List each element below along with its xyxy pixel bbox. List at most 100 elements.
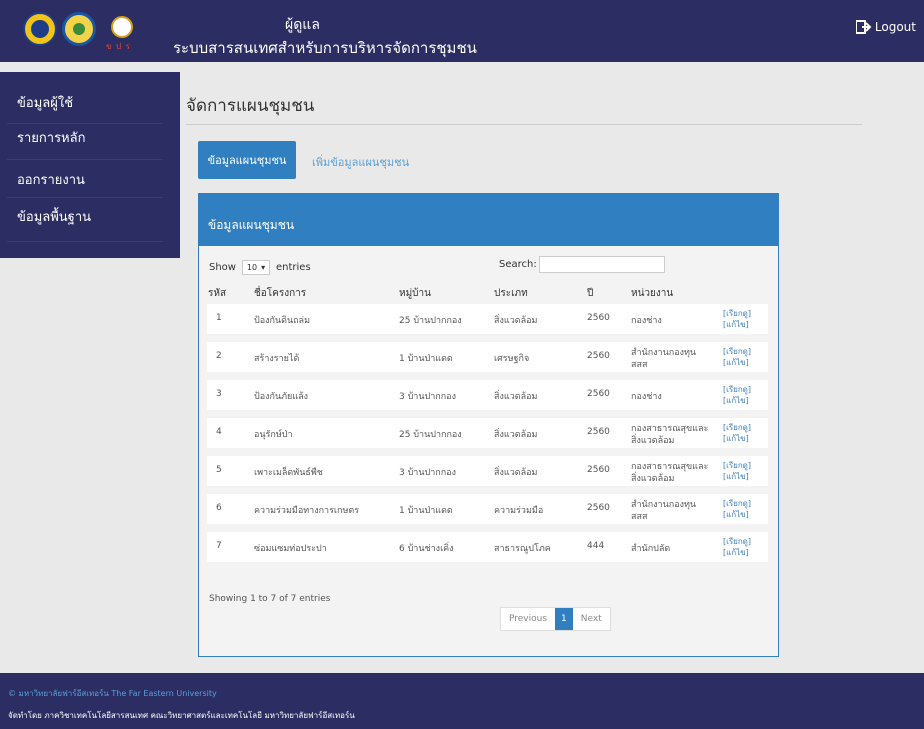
cell-type: สิ่งแวดล้อม xyxy=(494,430,538,440)
previous-button[interactable]: Previous xyxy=(501,608,555,630)
table-info: Showing 1 to 7 of 7 entries xyxy=(209,594,331,604)
cell-name: ป้องกันดินถล่ม xyxy=(254,316,311,326)
view-link[interactable]: [เรียกดู] xyxy=(723,384,751,395)
cell-name: สร้างรายได้ xyxy=(254,354,300,364)
cell-type: สิ่งแวดล้อม xyxy=(494,468,538,478)
column-header-year[interactable]: ปี xyxy=(587,286,593,301)
view-link[interactable]: [เรียกดู] xyxy=(723,460,751,471)
view-link[interactable]: [เรียกดู] xyxy=(723,536,751,547)
row-actions: [เรียกดู] [แก้ไข] xyxy=(723,498,751,520)
cell-agency: กองสาธารณสุขและ สิ่งแวดล้อม xyxy=(631,424,709,446)
footer: © มหาวิทยาลัยฟาร์อีสเทอร์น The Far Easte… xyxy=(0,673,924,729)
cell-agency: สำนักงานกองทุน สสส xyxy=(631,500,697,522)
panel-header: ข้อมูลแผนชุมชน xyxy=(199,194,778,246)
logout-icon xyxy=(855,20,872,34)
view-link[interactable]: [เรียกดู] xyxy=(723,346,751,357)
cell-name: เพาะเมล็ดพันธ์พืช xyxy=(254,468,323,478)
emblem-text: ข ป ร xyxy=(106,42,131,51)
column-header-id[interactable]: รหัส xyxy=(208,286,226,301)
sidebar-item-main-list[interactable]: รายการหลัก xyxy=(7,124,163,160)
page-1-button[interactable]: 1 xyxy=(555,608,573,630)
search-control: Search: xyxy=(499,256,665,273)
search-label: Search: xyxy=(499,259,537,270)
role-title: ผู้ดูแล xyxy=(285,17,320,33)
column-header-name[interactable]: ชื่อโครงการ xyxy=(254,286,306,301)
edit-link[interactable]: [แก้ไข] xyxy=(723,471,751,482)
sidebar-item-label: ออกรายงาน xyxy=(17,173,85,188)
sidebar-item-reports[interactable]: ออกรายงาน xyxy=(7,160,163,198)
cell-id: 5 xyxy=(216,465,222,475)
view-link[interactable]: [เรียกดู] xyxy=(723,498,751,509)
column-header-type[interactable]: ประเภท xyxy=(494,286,528,301)
next-button[interactable]: Next xyxy=(573,608,610,630)
view-link[interactable]: [เรียกดู] xyxy=(723,308,751,319)
row-actions: [เรียกดู] [แก้ไข] xyxy=(723,346,751,368)
entries-select-value: 10 xyxy=(246,263,258,272)
pagination: Previous 1 Next xyxy=(500,607,611,631)
cell-agency: กองสาธารณสุขและ สิ่งแวดล้อม xyxy=(631,462,709,484)
cell-id: 6 xyxy=(216,503,222,513)
cell-village: 1 บ้านป่าแดด xyxy=(399,506,453,516)
sidebar-item-label: ข้อมูลผู้ใช้ xyxy=(17,96,74,111)
cell-village: 3 บ้านปากกอง xyxy=(399,468,456,478)
column-header-agency[interactable]: หน่วยงาน xyxy=(631,286,673,301)
copyright-link[interactable]: © มหาวิทยาลัยฟาร์อีสเทอร์น The Far Easte… xyxy=(8,687,217,700)
cell-id: 1 xyxy=(216,313,222,323)
tab-community-plan-data[interactable]: ข้อมูลแผนชุมชน xyxy=(198,141,296,179)
sidebar-item-user-info[interactable]: ข้อมูลผู้ใช้ xyxy=(7,84,163,124)
cell-type: สิ่งแวดล้อม xyxy=(494,392,538,402)
cell-village: 1 บ้านป่าแดด xyxy=(399,354,453,364)
column-header-village[interactable]: หมู่บ้าน xyxy=(399,286,431,301)
cell-name: อนุรักษ์ป่า xyxy=(254,430,293,440)
university-logo xyxy=(23,12,57,46)
cell-year: 2560 xyxy=(587,465,610,475)
edit-link[interactable]: [แก้ไข] xyxy=(723,395,751,406)
sidebar-item-label: รายการหลัก xyxy=(17,131,86,146)
data-panel: ข้อมูลแผนชุมชน Show 10 ▾ entries Search:… xyxy=(198,193,779,657)
page-title: จัดการแผนชุมชน xyxy=(186,96,315,116)
edit-link[interactable]: [แก้ไข] xyxy=(723,509,751,520)
table-row: 3 ป้องกันภัยแล้ง 3 บ้านปากกอง สิ่งแวดล้อ… xyxy=(207,380,768,410)
sidebar-item-label: ข้อมูลพื้นฐาน xyxy=(17,210,92,225)
table-row: 1 ป้องกันดินถล่ม 25 บ้านปากกอง สิ่งแวดล้… xyxy=(207,304,768,334)
credit-text: จัดทำโดย ภาควิชาเทคโนโลยีสารสนเทศ คณะวิท… xyxy=(8,711,355,720)
panel-body: Show 10 ▾ entries Search: รหัส ชื่อโครงก… xyxy=(199,246,778,656)
tab-add-community-plan[interactable]: เพิ่มข้อมูลแผนชุมชน xyxy=(312,153,409,171)
entries-select[interactable]: 10 ▾ xyxy=(241,260,270,275)
sidebar: ข้อมูลผู้ใช้ รายการหลัก ออกรายงาน ข้อมูล… xyxy=(0,72,180,258)
cell-id: 2 xyxy=(216,351,222,361)
logout-button[interactable]: Logout xyxy=(855,20,916,34)
cell-year: 2560 xyxy=(587,427,610,437)
table-row: 5 เพาะเมล็ดพันธ์พืช 3 บ้านปากกอง สิ่งแวด… xyxy=(207,456,768,486)
cell-type: สาธารณูปโภค xyxy=(494,544,551,554)
edit-link[interactable]: [แก้ไข] xyxy=(723,319,751,330)
edit-link[interactable]: [แก้ไข] xyxy=(723,547,751,558)
cell-id: 7 xyxy=(216,541,222,551)
cell-agency: กองช่าง xyxy=(631,392,662,402)
row-actions: [เรียกดู] [แก้ไข] xyxy=(723,460,751,482)
cell-agency: สำนักปลัด xyxy=(631,544,671,554)
row-actions: [เรียกดู] [แก้ไข] xyxy=(723,384,751,406)
view-link[interactable]: [เรียกดู] xyxy=(723,422,751,433)
top-navbar: ข ป ร ผู้ดูแล ระบบสารสนเทศสำหรับการบริหา… xyxy=(0,0,924,62)
cell-year: 2560 xyxy=(587,503,610,513)
search-input[interactable] xyxy=(538,256,665,273)
cell-village: 3 บ้านปากกอง xyxy=(399,392,456,402)
chevron-down-icon: ▾ xyxy=(261,263,266,272)
cell-name: ความร่วมมือทางการเกษตร xyxy=(254,506,360,516)
cell-year: 2560 xyxy=(587,351,610,361)
edit-link[interactable]: [แก้ไข] xyxy=(723,357,751,368)
row-actions: [เรียกดู] [แก้ไข] xyxy=(723,422,751,444)
cell-agency: กองช่าง xyxy=(631,316,662,326)
cell-type: สิ่งแวดล้อม xyxy=(494,316,538,326)
cell-id: 4 xyxy=(216,427,222,437)
cell-agency: สำนักงานกองทุน สสส xyxy=(631,348,697,370)
edit-link[interactable]: [แก้ไข] xyxy=(723,433,751,444)
divider xyxy=(186,124,862,125)
sidebar-item-basic-data[interactable]: ข้อมูลพื้นฐาน xyxy=(7,198,163,242)
seal-logo xyxy=(62,12,96,46)
cell-type: ความร่วมมือ xyxy=(494,506,544,516)
table-row: 2 สร้างรายได้ 1 บ้านป่าแดด เศรษฐกิจ 2560… xyxy=(207,342,768,372)
cell-year: 2560 xyxy=(587,389,610,399)
cell-year: 2560 xyxy=(587,313,610,323)
